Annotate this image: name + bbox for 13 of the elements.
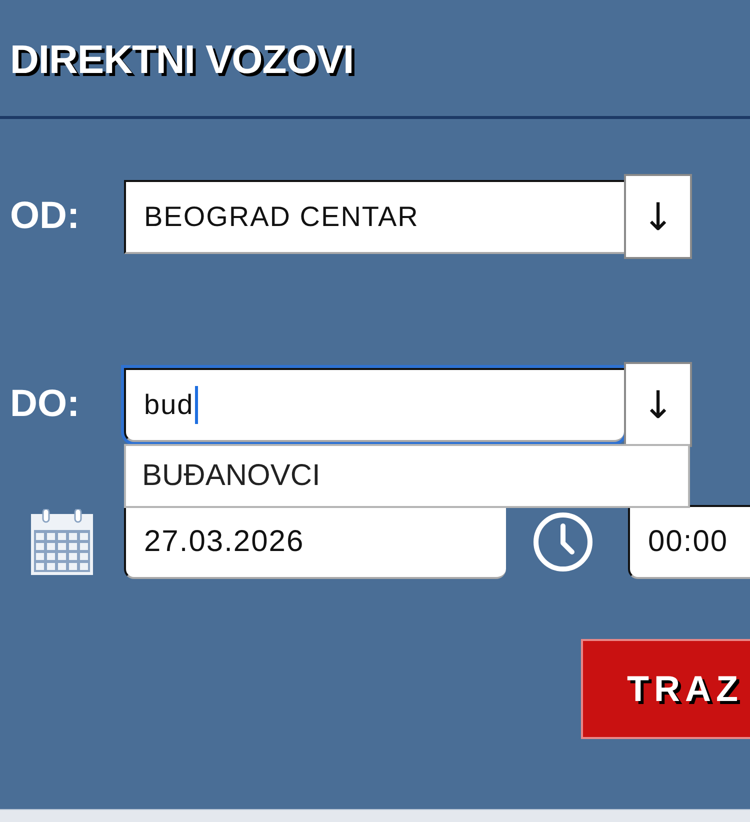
clock-icon xyxy=(533,512,593,572)
dropdown-arrow-button[interactable]: ↓ xyxy=(624,174,692,259)
from-station-field[interactable]: BEOGRAD CENTAR xyxy=(124,180,624,254)
page-title: DIREKTNI VOZOVI xyxy=(10,37,354,84)
time-field[interactable]: 00:00 xyxy=(628,505,750,579)
to-label: DO: xyxy=(10,383,80,426)
dropdown-arrow-button[interactable]: ↓ xyxy=(624,362,692,447)
to-station-field[interactable]: bud xyxy=(124,368,624,442)
calendar-icon xyxy=(30,509,94,575)
date-field[interactable]: 27.03.2026 xyxy=(124,505,506,579)
from-label: OD: xyxy=(10,195,80,238)
search-button[interactable]: TRAZ xyxy=(581,639,750,739)
text-cursor-icon xyxy=(194,386,198,424)
